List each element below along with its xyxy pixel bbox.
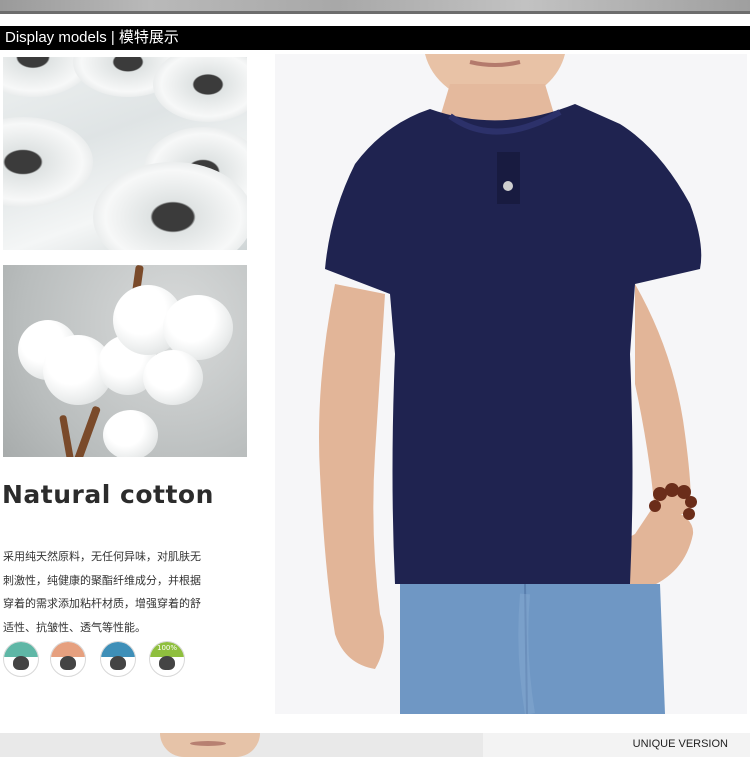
cotton-flower-icon	[100, 641, 136, 677]
cotton-boll-photo	[3, 265, 247, 457]
next-section-preview	[0, 733, 483, 757]
yarn-spools-photo	[3, 57, 247, 250]
model-photo	[275, 54, 747, 714]
section-header: Display models | 模特展示	[0, 26, 750, 50]
description-line: 刺激性，纯健康的聚酯纤维成分，并根据	[3, 573, 201, 587]
feature-description: 采用纯天然原料，无任何异味，对肌肤无 刺激性，纯健康的聚酯纤维成分，并根据 穿着…	[3, 545, 253, 639]
description-line: 采用纯天然原料，无任何异味，对肌肤无	[3, 550, 201, 563]
cotton-flower-icon	[3, 641, 39, 677]
badge-label: 100%	[156, 644, 177, 652]
top-photo-strip	[0, 0, 750, 14]
bottom-strip: UNIQUE VERSION	[0, 733, 750, 757]
cotton-flower-icon: 100%	[149, 641, 185, 677]
description-line: 穿着的需求添加粘杆材质，增强穿着的舒	[3, 597, 201, 610]
feature-title: Natural cotton	[2, 480, 214, 509]
footer-label: UNIQUE VERSION	[632, 738, 728, 750]
cotton-flower-icon	[50, 641, 86, 677]
mouth-preview	[190, 741, 226, 746]
feature-badges: 100%	[3, 641, 253, 677]
description-line: 适性、抗皱性、透气等性能。	[3, 620, 146, 634]
section-title: Display models | 模特展示	[5, 29, 179, 46]
